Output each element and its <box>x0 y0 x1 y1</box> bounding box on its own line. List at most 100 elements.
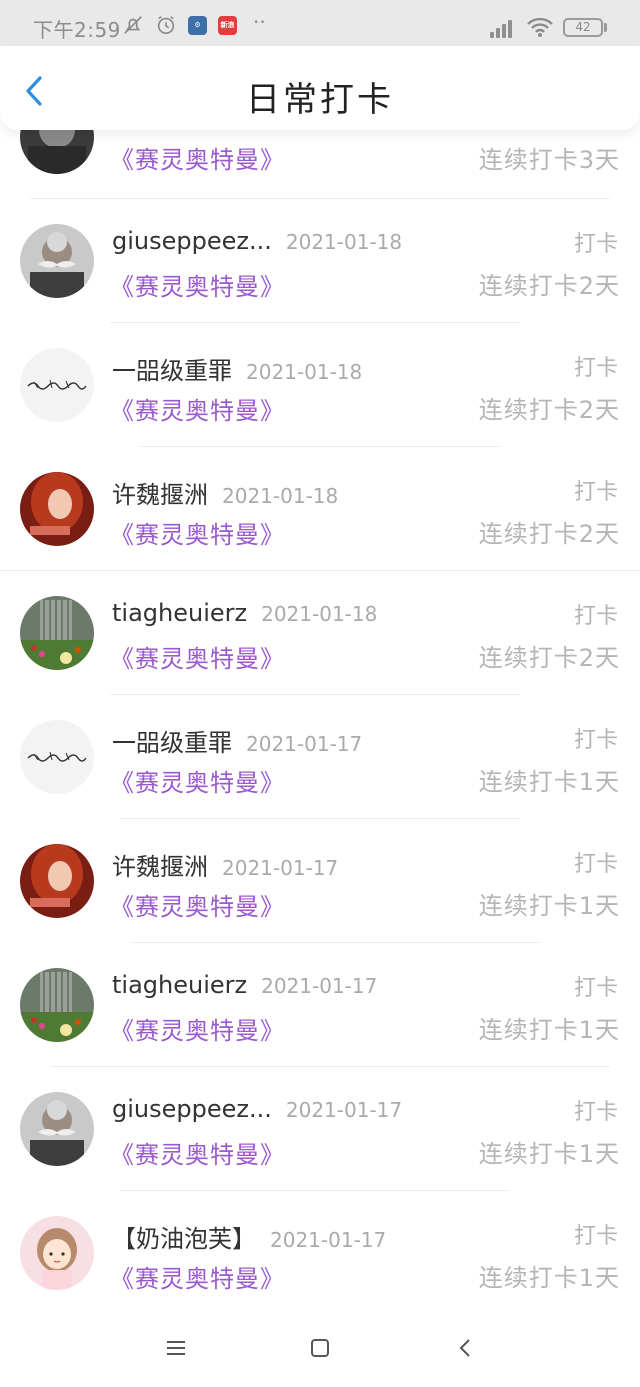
checkin-status: 打卡 <box>573 976 618 1001</box>
checkin-date: 2021-01-18 <box>285 230 403 254</box>
mute-icon <box>124 16 142 34</box>
row-divider <box>120 818 520 819</box>
book-title: 《赛灵奥特曼》 <box>110 521 285 549</box>
user-name-text: 许魏揠洲 <box>112 853 208 881</box>
user-name[interactable]: giuseppeez... 2021-01-18 <box>112 227 402 255</box>
checkin-status: 打卡 <box>573 480 618 505</box>
more-icon: ·· <box>253 10 266 34</box>
user-name[interactable]: tiagheuierz 2021-01-17 <box>112 971 377 999</box>
checkin-date: 2021-01-18 <box>261 602 378 626</box>
nav-bar: 日常打卡 <box>0 46 640 130</box>
alarm-icon <box>157 16 175 35</box>
checkin-streak: 连续打卡2天 <box>478 520 620 548</box>
checkin-date: 2021-01-18 <box>246 360 363 384</box>
book-title: 《赛灵奥特曼》 <box>110 1141 285 1169</box>
row-divider <box>0 570 640 571</box>
user-name-text: tiagheuierz <box>112 599 248 627</box>
avatar[interactable] <box>20 720 94 794</box>
checkin-streak: 连续打卡1天 <box>478 1264 620 1292</box>
user-name-text: giuseppeez... <box>112 1095 272 1123</box>
battery-tip <box>604 23 607 32</box>
user-name-text: giuseppeez... <box>112 227 272 255</box>
wifi-icon <box>527 17 553 37</box>
app-icon: ⚙ <box>188 16 207 35</box>
user-name-text: tiagheuierz <box>112 971 248 999</box>
checkin-streak: 连续打卡2天 <box>478 644 620 672</box>
checkin-status: 打卡 <box>573 1100 618 1125</box>
list-item[interactable]: tiagheuierz 2021-01-17 《赛灵奥特曼》 打卡 连续打卡1天 <box>0 942 640 1066</box>
book-title: 《赛灵奥特曼》 <box>110 397 285 425</box>
checkin-date: 2021-01-17 <box>270 1228 387 1252</box>
list-item[interactable]: giuseppeez... 2021-01-18 《赛灵奥特曼》 打卡 连续打卡2… <box>0 198 640 322</box>
battery-icon: 42 <box>563 18 603 37</box>
book-title: 《赛灵奥特曼》 <box>110 1265 285 1293</box>
partial-row-title: 《赛灵奥特曼》 <box>110 146 285 174</box>
checkin-streak: 连续打卡1天 <box>478 892 620 920</box>
checkin-streak: 连续打卡2天 <box>478 396 620 424</box>
checkin-date: 2021-01-18 <box>222 484 339 508</box>
book-title: 《赛灵奥特曼》 <box>110 893 285 921</box>
row-divider <box>110 694 520 695</box>
checkin-date: 2021-01-17 <box>285 1098 403 1122</box>
list-item[interactable]: 一㗊级重罪 2021-01-17 《赛灵奥特曼》 打卡 连续打卡1天 <box>0 694 640 818</box>
checkin-streak: 连续打卡1天 <box>478 1016 620 1044</box>
row-divider <box>110 322 520 323</box>
user-name-text: 一㗊级重罪 <box>112 729 232 757</box>
user-name[interactable]: 许魏揠洲 2021-01-18 <box>112 475 338 510</box>
checkin-date: 2021-01-17 <box>261 974 378 998</box>
checkin-streak: 连续打卡2天 <box>478 272 620 300</box>
system-navigation-bar <box>0 1310 640 1387</box>
avatar[interactable] <box>20 1216 94 1290</box>
user-name[interactable]: 一㗊级重罪 2021-01-17 <box>112 723 362 758</box>
checkin-status: 打卡 <box>573 232 618 257</box>
checkin-status: 打卡 <box>573 852 618 877</box>
list-item[interactable]: tiagheuierz 2021-01-18 《赛灵奥特曼》 打卡 连续打卡2天 <box>0 570 640 694</box>
book-title: 《赛灵奥特曼》 <box>110 273 285 301</box>
list-item[interactable]: 【奶油泡芙】 2021-01-17 《赛灵奥特曼》 打卡 连续打卡1天 <box>0 1190 640 1314</box>
avatar[interactable] <box>20 472 94 546</box>
avatar[interactable] <box>20 224 94 298</box>
checkin-date: 2021-01-17 <box>222 856 339 880</box>
row-divider <box>140 446 500 447</box>
home-icon[interactable] <box>306 1334 334 1362</box>
checkin-status: 打卡 <box>573 728 618 753</box>
user-name-text: 一㗊级重罪 <box>112 357 232 385</box>
battery-level: 42 <box>575 20 591 34</box>
signal-icon <box>490 18 518 38</box>
list-item[interactable]: giuseppeez... 2021-01-17 《赛灵奥特曼》 打卡 连续打卡1… <box>0 1066 640 1190</box>
book-title: 《赛灵奥特曼》 <box>110 1017 285 1045</box>
checkin-streak: 连续打卡1天 <box>478 1140 620 1168</box>
user-name[interactable]: giuseppeez... 2021-01-17 <box>112 1095 402 1123</box>
checkin-status: 打卡 <box>573 356 618 381</box>
user-name[interactable]: 【奶油泡芙】 2021-01-17 <box>112 1219 386 1254</box>
user-name[interactable]: 许魏揠洲 2021-01-17 <box>112 847 338 882</box>
user-name-text: 许魏揠洲 <box>112 481 208 509</box>
avatar[interactable] <box>20 844 94 918</box>
avatar[interactable] <box>20 1092 94 1166</box>
checkin-streak: 连续打卡1天 <box>478 768 620 796</box>
page-title: 日常打卡 <box>246 80 394 120</box>
checkin-date: 2021-01-17 <box>246 732 363 756</box>
checkin-status: 打卡 <box>573 1224 618 1249</box>
back-icon[interactable] <box>452 1334 480 1362</box>
row-divider <box>50 1066 610 1067</box>
status-bar: 下午2:59 ⚙ 新浪 ·· 42 <box>0 0 640 50</box>
avatar[interactable] <box>20 968 94 1042</box>
list-item[interactable]: 许魏揠洲 2021-01-18 《赛灵奥特曼》 打卡 连续打卡2天 <box>0 446 640 570</box>
row-divider <box>130 942 540 943</box>
book-title: 《赛灵奥特曼》 <box>110 645 285 673</box>
list-item[interactable]: 一㗊级重罪 2021-01-18 《赛灵奥特曼》 打卡 连续打卡2天 <box>0 322 640 446</box>
screen: 《赛灵奥特曼》 连续打卡3天 giuseppeez... 2021-01-18 《… <box>0 0 640 1387</box>
checkin-status: 打卡 <box>573 604 618 629</box>
row-divider <box>120 1190 510 1191</box>
menu-icon[interactable] <box>162 1334 190 1362</box>
avatar[interactable] <box>20 348 94 422</box>
user-name-text: 【奶油泡芙】 <box>112 1225 256 1253</box>
list-item[interactable]: 许魏揠洲 2021-01-17 《赛灵奥特曼》 打卡 连续打卡1天 <box>0 818 640 942</box>
user-name[interactable]: 一㗊级重罪 2021-01-18 <box>112 351 362 386</box>
book-title: 《赛灵奥特曼》 <box>110 769 285 797</box>
news-app-icon: 新浪 <box>218 16 237 35</box>
avatar[interactable] <box>20 596 94 670</box>
user-name[interactable]: tiagheuierz 2021-01-18 <box>112 599 377 627</box>
row-divider <box>30 198 610 199</box>
